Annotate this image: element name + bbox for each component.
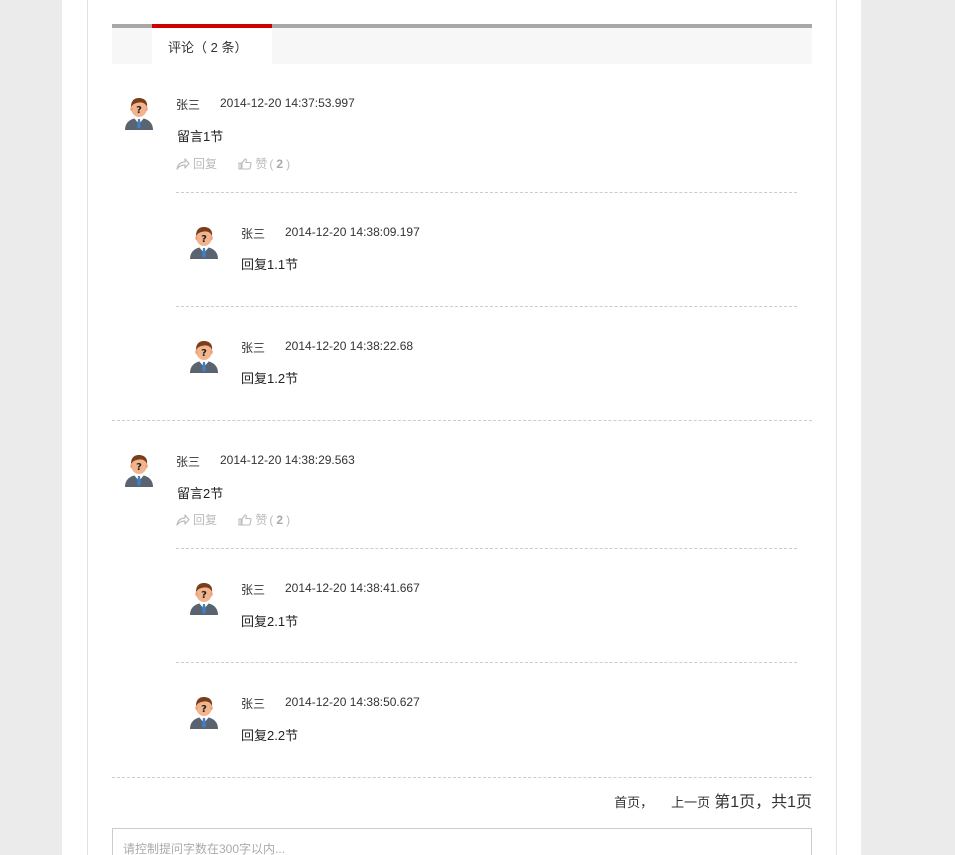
reply-time: 2014-12-20 14:38:22.68 <box>285 339 414 353</box>
like-count: 2 <box>276 512 284 527</box>
reply-arrow-icon <box>176 157 190 170</box>
pagination: 首页 ， 上一页 第1页，共1页 <box>614 788 812 812</box>
tab-bar: 评论（ 2 条） <box>112 24 812 64</box>
comment-time: 2014-12-20 14:38:29.563 <box>220 453 355 467</box>
reply-button[interactable]: 回复 <box>176 155 217 172</box>
user-avatar-icon <box>186 337 222 373</box>
comment-author[interactable]: 张三 <box>176 453 200 470</box>
comment-text: 留言1节 <box>177 129 224 144</box>
reply-time: 2014-12-20 14:38:09.197 <box>285 225 420 239</box>
like-count: 2 <box>276 156 284 171</box>
reply-author[interactable]: 张三 <box>241 225 265 242</box>
reply-label: 回复 <box>193 157 218 171</box>
reply-author[interactable]: 张三 <box>241 339 265 356</box>
divider <box>176 548 797 549</box>
like-paren-open: ( <box>269 512 274 527</box>
comment-author[interactable]: 张三 <box>176 96 200 113</box>
reply-time: 2014-12-20 14:38:50.627 <box>285 695 420 709</box>
page-status: 第1页，共1页 <box>714 794 812 811</box>
reply-author[interactable]: 张三 <box>241 581 265 598</box>
like-paren-close: ) <box>286 156 291 171</box>
like-label: 赞 <box>255 157 268 171</box>
reply-button[interactable]: 回复 <box>176 511 217 528</box>
first-page-link[interactable]: 首页 <box>614 792 640 811</box>
divider <box>176 306 797 307</box>
divider <box>112 777 812 778</box>
reply-text: 回复2.2节 <box>241 728 299 743</box>
reply-text: 回复2.1节 <box>241 614 299 629</box>
user-avatar-icon <box>186 223 222 259</box>
comment-input[interactable] <box>112 828 812 855</box>
user-avatar-icon <box>186 579 222 615</box>
divider <box>176 192 797 193</box>
reply-time: 2014-12-20 14:38:41.667 <box>285 581 420 595</box>
comment-text: 留言2节 <box>177 486 224 501</box>
user-avatar-icon <box>121 94 157 130</box>
thumbs-up-icon <box>238 157 252 170</box>
reply-text: 回复1.1节 <box>241 257 299 272</box>
reply-label: 回复 <box>193 513 218 527</box>
tab-comments[interactable]: 评论（ 2 条） <box>152 24 272 64</box>
reply-arrow-icon <box>176 513 190 526</box>
divider <box>176 662 797 663</box>
user-avatar-icon <box>121 451 157 487</box>
like-paren-open: ( <box>269 156 274 171</box>
thumbs-up-icon <box>238 513 252 526</box>
divider <box>112 420 812 421</box>
like-button[interactable]: 赞 ( 2 ) <box>238 155 290 172</box>
comment-actions: 回复 赞 ( 2 ) <box>176 511 290 529</box>
comment-actions: 回复 赞 ( 2 ) <box>176 155 290 173</box>
like-paren-close: ) <box>286 512 291 527</box>
prev-page-link[interactable]: 上一页 <box>671 792 710 811</box>
reply-text: 回复1.2节 <box>241 371 299 386</box>
like-label: 赞 <box>255 513 268 527</box>
user-avatar-icon <box>186 693 222 729</box>
reply-author[interactable]: 张三 <box>241 695 265 712</box>
comment-time: 2014-12-20 14:37:53.997 <box>220 96 355 110</box>
like-button[interactable]: 赞 ( 2 ) <box>238 511 290 528</box>
pager-separator: ， <box>640 795 654 810</box>
